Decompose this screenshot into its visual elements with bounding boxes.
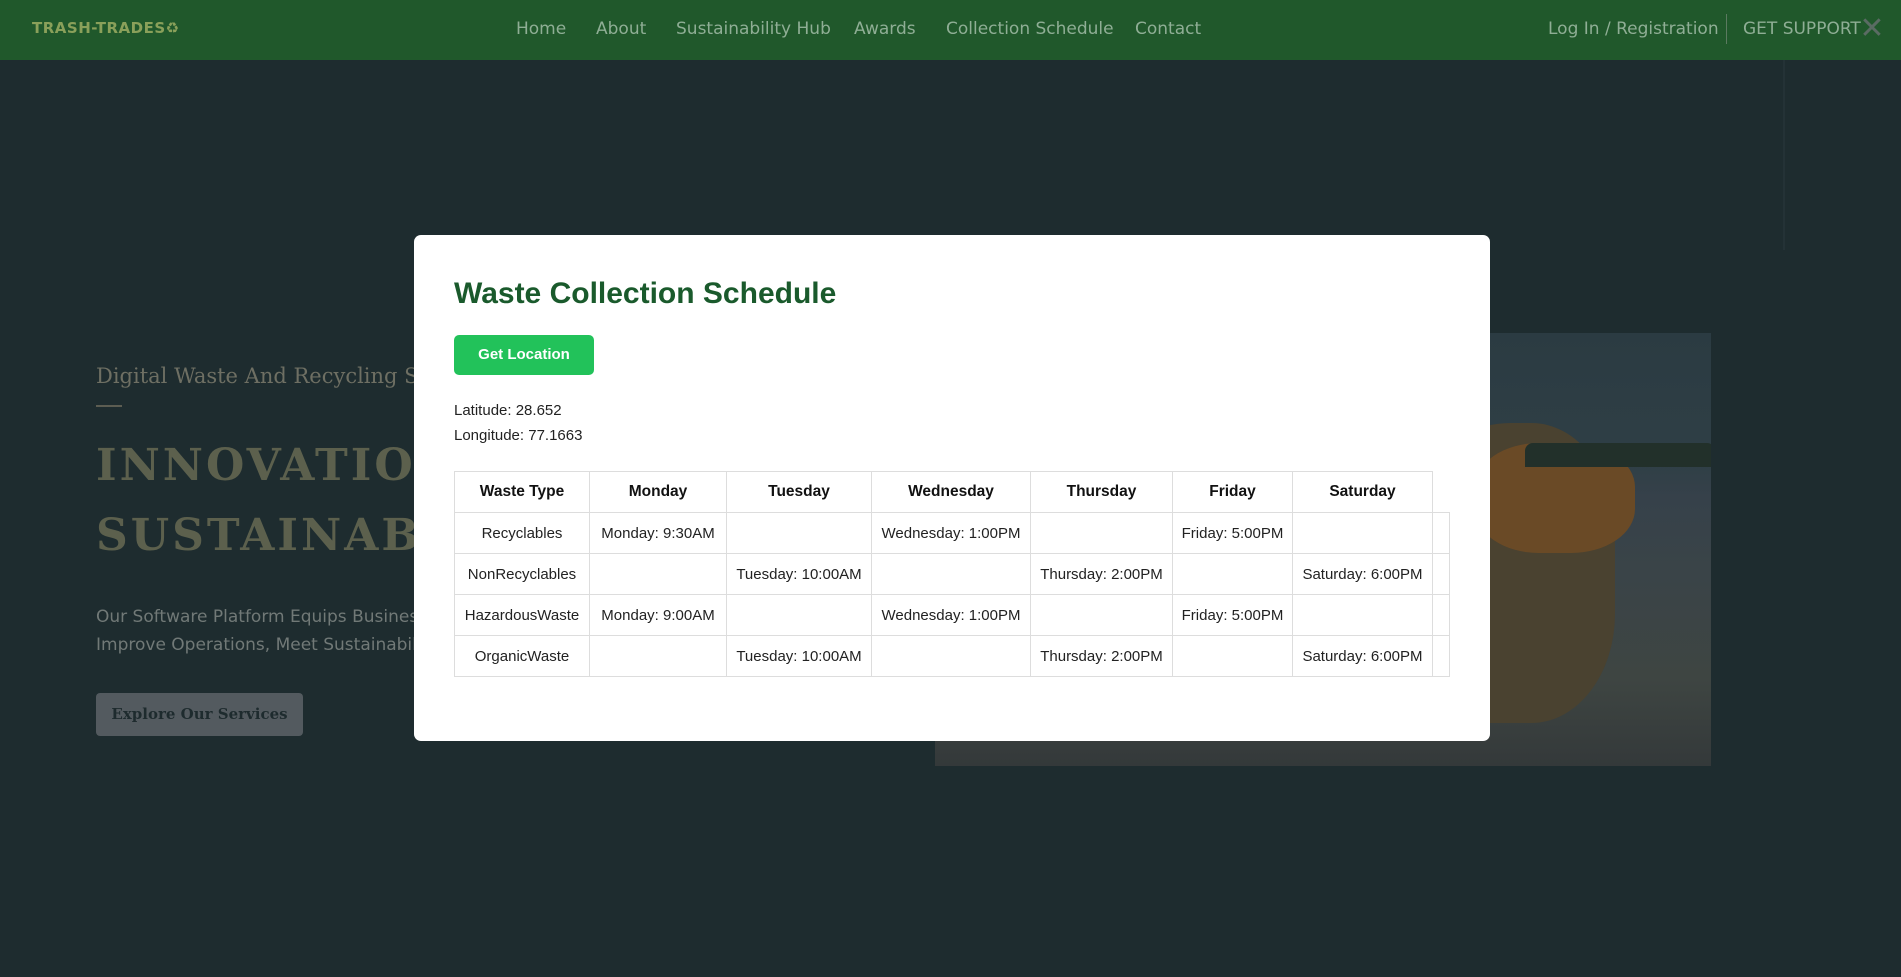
login-link[interactable]: Log In / Registration bbox=[1548, 19, 1719, 39]
table-cell: Thursday: 2:00PM bbox=[1030, 553, 1173, 595]
table-row: Recyclables Monday: 9:30AM Wednesday: 1:… bbox=[454, 512, 1450, 554]
top-navbar: TRASH-TRADES♻ Home About Sustainability … bbox=[0, 0, 1901, 60]
table-cell-spacer bbox=[1432, 512, 1450, 554]
close-icon[interactable]: ✕ bbox=[1857, 12, 1887, 46]
table-cell: Recyclables bbox=[454, 512, 590, 554]
column-header: Tuesday bbox=[726, 471, 872, 513]
table-cell: HazardousWaste bbox=[454, 594, 590, 636]
table-cell bbox=[1292, 594, 1433, 636]
hero-divider bbox=[96, 405, 122, 407]
column-header: Waste Type bbox=[454, 471, 590, 513]
schedule-modal: Waste Collection Schedule Get Location L… bbox=[414, 235, 1490, 741]
table-row: NonRecyclables Tuesday: 10:00AM Thursday… bbox=[454, 553, 1450, 595]
table-cell bbox=[589, 553, 727, 595]
column-header: Thursday bbox=[1030, 471, 1173, 513]
table-header-row: Waste Type Monday Tuesday Wednesday Thur… bbox=[454, 471, 1450, 513]
table-cell: NonRecyclables bbox=[454, 553, 590, 595]
table-cell-spacer bbox=[1432, 553, 1450, 595]
table-cell: Wednesday: 1:00PM bbox=[871, 512, 1031, 554]
table-cell bbox=[1172, 553, 1293, 595]
photo-trees-shape bbox=[1525, 443, 1711, 467]
table-cell bbox=[871, 553, 1031, 595]
table-cell: OrganicWaste bbox=[454, 635, 590, 677]
column-header: Monday bbox=[589, 471, 727, 513]
nav-collection-schedule[interactable]: Collection Schedule bbox=[946, 19, 1114, 39]
nav-contact[interactable]: Contact bbox=[1135, 19, 1201, 39]
column-header: Wednesday bbox=[871, 471, 1031, 513]
table-cell bbox=[726, 512, 872, 554]
table-cell bbox=[726, 594, 872, 636]
right-edge-panel bbox=[1783, 60, 1785, 250]
modal-title: Waste Collection Schedule bbox=[454, 277, 837, 310]
get-location-button[interactable]: Get Location bbox=[454, 335, 594, 375]
table-cell: Thursday: 2:00PM bbox=[1030, 635, 1173, 677]
table-cell-spacer bbox=[1432, 594, 1450, 636]
nav-divider bbox=[1726, 14, 1727, 44]
table-cell: Saturday: 6:00PM bbox=[1292, 553, 1433, 595]
column-header-spacer bbox=[1433, 472, 1450, 513]
table-cell: Saturday: 6:00PM bbox=[1292, 635, 1433, 677]
column-header: Saturday bbox=[1292, 471, 1433, 513]
table-row: OrganicWaste Tuesday: 10:00AM Thursday: … bbox=[454, 635, 1450, 677]
table-cell bbox=[1172, 635, 1293, 677]
main-nav: Home About Sustainability Hub Awards Col… bbox=[0, 0, 1901, 60]
table-cell: Wednesday: 1:00PM bbox=[871, 594, 1031, 636]
table-row: HazardousWaste Monday: 9:00AM Wednesday:… bbox=[454, 594, 1450, 636]
table-cell-spacer bbox=[1432, 635, 1450, 677]
hero-subtitle: Digital Waste And Recycling Sol bbox=[96, 364, 438, 388]
hero-title-line1: INNOVATION bbox=[96, 440, 459, 491]
latitude-text: Latitude: 28.652 bbox=[454, 402, 562, 419]
get-support-link[interactable]: GET SUPPORT bbox=[1743, 19, 1861, 39]
table-cell bbox=[871, 635, 1031, 677]
table-cell: Tuesday: 10:00AM bbox=[726, 553, 872, 595]
nav-awards[interactable]: Awards bbox=[854, 19, 916, 39]
explore-services-button[interactable]: Explore Our Services bbox=[96, 693, 303, 736]
table-cell: Monday: 9:30AM bbox=[589, 512, 727, 554]
longitude-text: Longitude: 77.1663 bbox=[454, 427, 583, 444]
nav-sustainability-hub[interactable]: Sustainability Hub bbox=[676, 19, 831, 39]
nav-about[interactable]: About bbox=[596, 19, 646, 39]
table-cell: Tuesday: 10:00AM bbox=[726, 635, 872, 677]
hero-description-line1: Our Software Platform Equips Businesse bbox=[96, 607, 438, 627]
table-cell bbox=[1030, 594, 1173, 636]
hero-description-line2: Improve Operations, Meet Sustainability bbox=[96, 635, 439, 655]
table-cell bbox=[1030, 512, 1173, 554]
nav-home[interactable]: Home bbox=[516, 19, 566, 39]
table-cell bbox=[589, 635, 727, 677]
table-cell bbox=[1292, 512, 1433, 554]
column-header: Friday bbox=[1172, 471, 1293, 513]
table-cell: Friday: 5:00PM bbox=[1172, 594, 1293, 636]
schedule-table: Waste Type Monday Tuesday Wednesday Thur… bbox=[454, 471, 1450, 677]
table-cell: Friday: 5:00PM bbox=[1172, 512, 1293, 554]
table-cell: Monday: 9:00AM bbox=[589, 594, 727, 636]
